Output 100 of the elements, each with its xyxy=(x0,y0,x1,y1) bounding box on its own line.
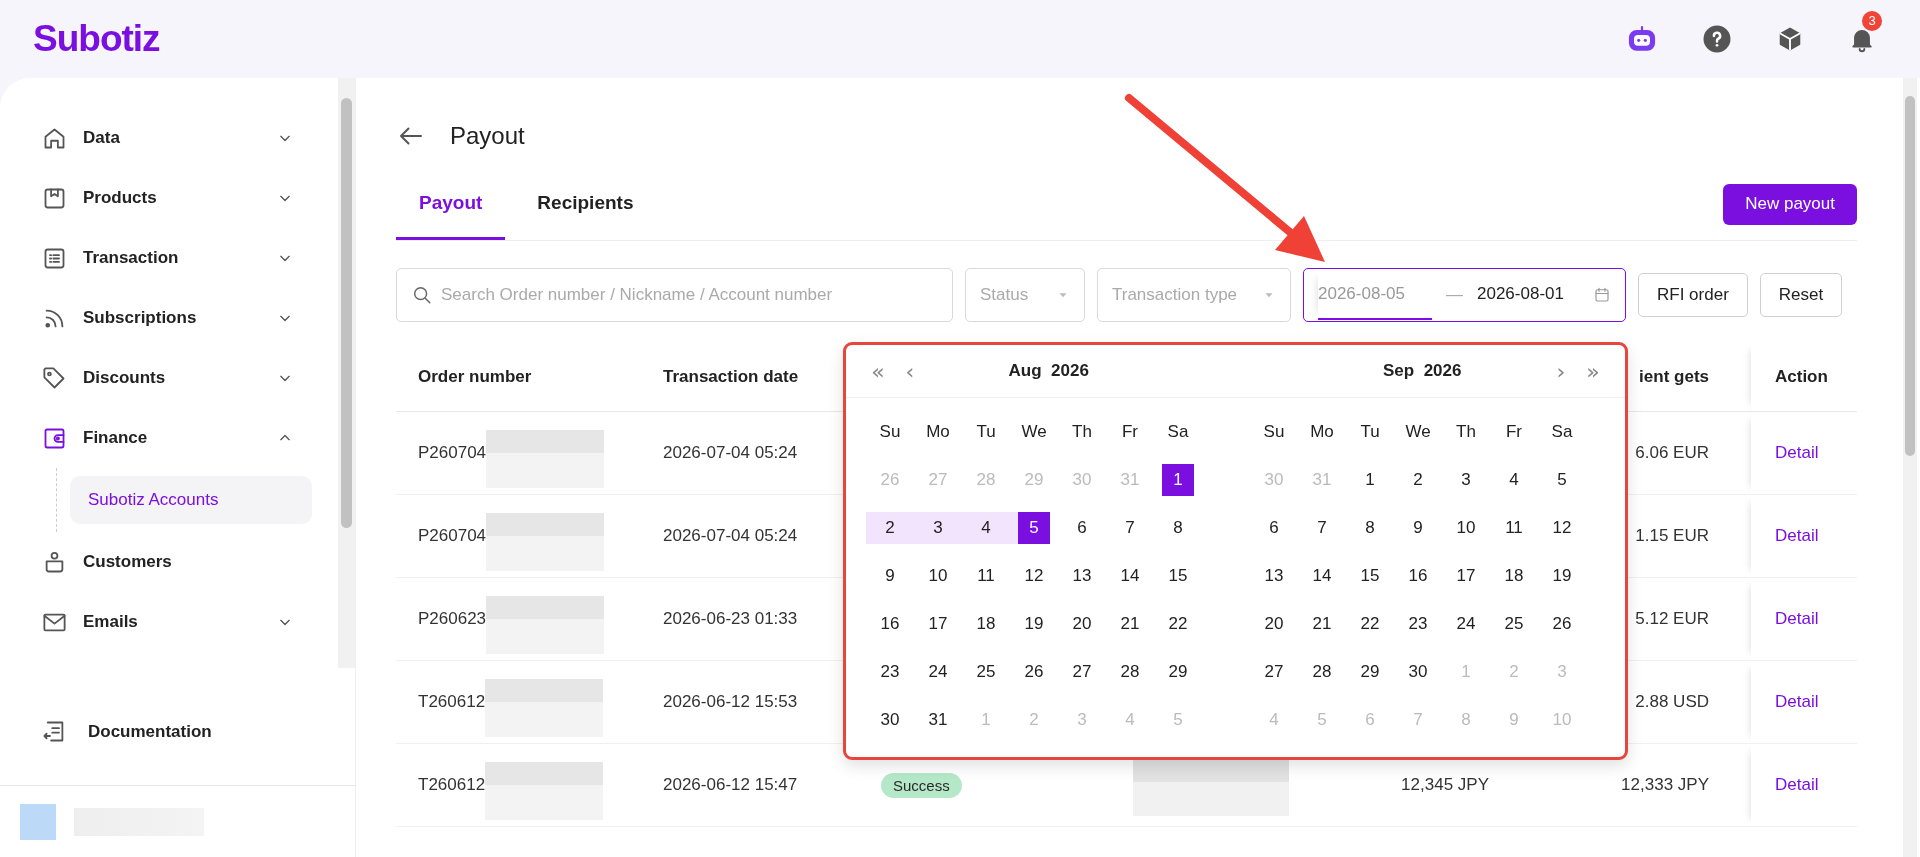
calendar-day[interactable]: 30 xyxy=(866,704,914,736)
calendar-day[interactable]: 17 xyxy=(1442,560,1490,592)
calendar-day[interactable]: 6 xyxy=(1250,512,1298,544)
table-cell: T260612 xyxy=(418,775,486,795)
help-icon[interactable] xyxy=(1702,24,1732,54)
calendar-day[interactable]: 28 xyxy=(1298,656,1346,688)
sidebar-item[interactable]: Data xyxy=(0,108,338,168)
calendar-day[interactable]: 5 xyxy=(1538,464,1586,496)
sidebar-item[interactable]: Products xyxy=(0,168,338,228)
sidebar-subitem[interactable]: Subotiz Accounts xyxy=(70,476,312,524)
sidebar-item[interactable]: Customers xyxy=(0,532,338,592)
calendar-day[interactable]: 19 xyxy=(1538,560,1586,592)
calendar-day[interactable]: 12 xyxy=(1010,560,1058,592)
calendar-day[interactable]: 28 xyxy=(1106,656,1154,688)
tab[interactable]: Recipients xyxy=(514,168,657,240)
calendar-day[interactable]: 3 xyxy=(1442,464,1490,496)
calendar-day[interactable]: 9 xyxy=(1394,512,1442,544)
calendar-day[interactable]: 22 xyxy=(1346,608,1394,640)
calendar-day[interactable]: 3 xyxy=(914,512,962,544)
search-input[interactable]: Search Order number / Nickname / Account number xyxy=(441,285,938,305)
calendar-day[interactable]: 7 xyxy=(1106,512,1154,544)
calendar-day[interactable]: 21 xyxy=(1298,608,1346,640)
calendar-day[interactable]: 31 xyxy=(914,704,962,736)
sidebar-item[interactable]: Discounts xyxy=(0,348,338,408)
month-title[interactable]: Sep 2026 xyxy=(1383,361,1462,380)
detail-link[interactable]: Detail xyxy=(1775,692,1819,712)
calendar-day[interactable]: 29 xyxy=(1346,656,1394,688)
table-cell: P260704 xyxy=(418,443,487,463)
calendar-day[interactable]: 23 xyxy=(1394,608,1442,640)
calendar-day[interactable]: 12 xyxy=(1538,512,1586,544)
calendar-day[interactable]: 8 xyxy=(1154,512,1202,544)
calendar-icon[interactable] xyxy=(1593,286,1611,304)
calendar-day[interactable]: 24 xyxy=(1442,608,1490,640)
sidebar-item[interactable]: Transaction xyxy=(0,228,338,288)
calendar-day[interactable]: 18 xyxy=(962,608,1010,640)
weekday-label: Fr xyxy=(1121,422,1138,442)
calendar-day[interactable]: 18 xyxy=(1490,560,1538,592)
calendar-day[interactable]: 23 xyxy=(866,656,914,688)
next-year-button[interactable]: » xyxy=(1577,358,1609,384)
calendar-day[interactable]: 20 xyxy=(1058,608,1106,640)
month-title[interactable]: Aug 2026 xyxy=(1008,361,1089,380)
calendar-day[interactable]: 20 xyxy=(1250,608,1298,640)
calendar-day[interactable]: 14 xyxy=(1106,560,1154,592)
sidebar-item[interactable]: Emails xyxy=(0,592,338,652)
calendar-day[interactable]: 27 xyxy=(1250,656,1298,688)
new-payout-button[interactable]: New payout xyxy=(1723,183,1857,225)
detail-link[interactable]: Detail xyxy=(1775,443,1819,463)
filter-button[interactable]: RFI order xyxy=(1638,273,1748,317)
date-range-field[interactable]: 2026-08-05 — 2026-08-01 xyxy=(1303,268,1626,322)
calendar-day[interactable]: 29 xyxy=(1154,656,1202,688)
calendar-day[interactable]: 27 xyxy=(1058,656,1106,688)
detail-link[interactable]: Detail xyxy=(1775,609,1819,629)
calendar-day[interactable]: 10 xyxy=(1442,512,1490,544)
filter-button[interactable]: Reset xyxy=(1759,273,1843,317)
calendar-day[interactable]: 24 xyxy=(914,656,962,688)
tab[interactable]: Payout xyxy=(396,168,506,240)
weekday-label: We xyxy=(1021,422,1047,442)
calendar-day[interactable]: 11 xyxy=(1490,512,1538,544)
documentation-link[interactable]: Documentation xyxy=(0,668,355,785)
calendar-day[interactable]: 16 xyxy=(1394,560,1442,592)
calendar-day[interactable]: 22 xyxy=(1154,608,1202,640)
calendar-day[interactable]: 4 xyxy=(962,512,1010,544)
calendar-day[interactable]: 26 xyxy=(1010,656,1058,688)
calendar-day[interactable]: 10 xyxy=(914,560,962,592)
calendar-day[interactable]: 19 xyxy=(1010,608,1058,640)
end-date-input[interactable]: 2026-08-01 xyxy=(1477,270,1591,320)
next-month-button[interactable]: › xyxy=(1545,358,1577,384)
scrollbar[interactable] xyxy=(338,78,355,668)
calendar-day[interactable]: 1 xyxy=(1346,464,1394,496)
calendar-day[interactable]: 11 xyxy=(962,560,1010,592)
calendar-day[interactable]: 21 xyxy=(1106,608,1154,640)
calendar-day[interactable]: 2 xyxy=(866,512,914,544)
calendar-day[interactable]: 25 xyxy=(962,656,1010,688)
calendar-day[interactable]: 9 xyxy=(866,560,914,592)
sidebar-item[interactable]: Finance xyxy=(0,408,338,468)
scrollbar[interactable] xyxy=(1903,78,1917,857)
calendar-day[interactable]: 4 xyxy=(1490,464,1538,496)
calendar-day[interactable]: 8 xyxy=(1346,512,1394,544)
calendar-day[interactable]: 15 xyxy=(1346,560,1394,592)
calendar-day[interactable]: 17 xyxy=(914,608,962,640)
search-field[interactable]: Search Order number / Nickname / Account number xyxy=(396,268,953,322)
calendar-day[interactable]: 7 xyxy=(1298,512,1346,544)
calendar-day[interactable]: 14 xyxy=(1298,560,1346,592)
calendar-day[interactable]: 13 xyxy=(1250,560,1298,592)
detail-link[interactable]: Detail xyxy=(1775,775,1819,795)
calendar-day[interactable]: 13 xyxy=(1058,560,1106,592)
calendar-day[interactable]: 6 xyxy=(1058,512,1106,544)
detail-link[interactable]: Detail xyxy=(1775,526,1819,546)
calendar-day[interactable]: 26 xyxy=(1538,608,1586,640)
calendar-day[interactable]: 25 xyxy=(1490,608,1538,640)
calendar-day[interactable]: 16 xyxy=(866,608,914,640)
previous-year-button[interactable]: « xyxy=(862,358,894,384)
calendar-day[interactable]: 30 xyxy=(1394,656,1442,688)
table-cell: 12,345 JPY xyxy=(1401,775,1489,795)
previous-month-button[interactable]: ‹ xyxy=(894,358,926,384)
sidebar-item[interactable]: Subscriptions xyxy=(0,288,338,348)
logo[interactable]: Subotiz xyxy=(33,18,160,60)
table-cell: 2026-06-23 01:33 xyxy=(663,609,798,629)
calendar-day[interactable]: 15 xyxy=(1154,560,1202,592)
calendar-day[interactable]: 2 xyxy=(1394,464,1442,496)
